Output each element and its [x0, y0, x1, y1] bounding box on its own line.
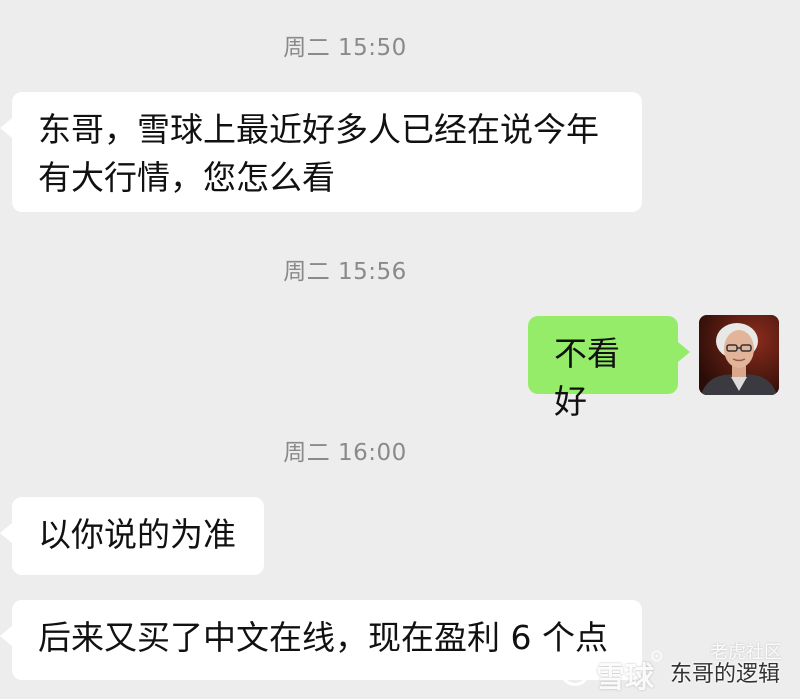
watermark-name: 东哥的逻辑 [670, 662, 781, 687]
message-text: 不看好 [554, 334, 620, 421]
message-text: 以你说的为准 [38, 515, 236, 554]
timestamp: 周二 15:56 [283, 259, 407, 285]
watermark: 雪球 ⊙ 老虎社区 东哥的逻辑 [560, 630, 800, 699]
message-text: 后来又买了中文在线，现在盈利 6 个点 [38, 618, 608, 657]
timestamp: 周二 15:50 [283, 35, 407, 61]
message-bubble-incoming[interactable]: 东哥，雪球上最近好多人已经在说今年 有大行情，您怎么看 [0, 92, 642, 212]
snowball-logo-icon [560, 656, 590, 686]
watermark-site: 雪球 [596, 660, 655, 694]
message-bubble-incoming[interactable]: 后来又买了中文在线，现在盈利 6 个点 [0, 600, 642, 680]
message-bubble-outgoing[interactable]: 不看好 [528, 316, 690, 421]
message-text: 东哥，雪球上最近好多人已经在说今年 [38, 110, 599, 149]
message-bubble-incoming[interactable]: 以你说的为准 [0, 497, 264, 575]
wechat-icon: ⊙ [650, 646, 664, 665]
message-text: 有大行情，您怎么看 [38, 158, 335, 197]
timestamp: 周二 16:00 [283, 440, 407, 466]
avatar-image [699, 315, 779, 395]
portrait-avatar-icon[interactable] [699, 315, 779, 395]
